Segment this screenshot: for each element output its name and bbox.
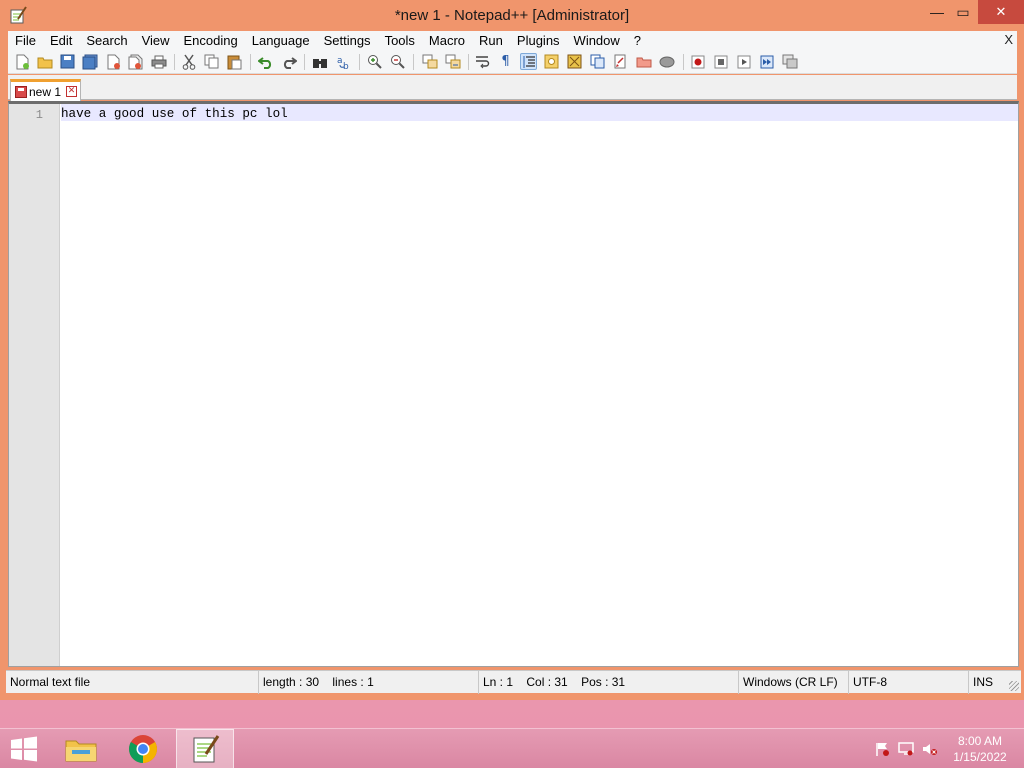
title-bar[interactable]: *new 1 - Notepad++ [Administrator] — ▭ ✕ xyxy=(0,0,1024,31)
find-icon[interactable] xyxy=(311,53,328,70)
clock-date: 1/15/2022 xyxy=(953,750,1007,764)
close-all-icon[interactable] xyxy=(127,53,144,70)
chrome-icon xyxy=(129,735,157,763)
clock-time: 8:00 AM xyxy=(957,734,1003,748)
toolbar-separator xyxy=(250,54,251,70)
tab-label: new 1 xyxy=(29,84,62,99)
monitoring-icon[interactable] xyxy=(635,53,652,70)
resize-grip[interactable] xyxy=(1009,681,1019,691)
menu-language[interactable]: Language xyxy=(245,31,317,50)
unsaved-file-icon xyxy=(15,85,27,98)
line-number: 1 xyxy=(35,108,43,122)
action-center-flag-icon[interactable] xyxy=(874,742,890,756)
taskbar-file-explorer[interactable] xyxy=(52,729,110,768)
status-ln: Ln : 1 xyxy=(483,675,514,689)
status-insert-mode[interactable]: INS xyxy=(969,671,1009,694)
save-icon[interactable] xyxy=(59,53,76,70)
eye-icon[interactable] xyxy=(658,53,675,70)
menu-bar: File Edit Search View Encoding Language … xyxy=(8,31,1017,50)
cut-icon[interactable] xyxy=(180,53,197,70)
zoom-out-icon[interactable] xyxy=(389,53,406,70)
status-lines: lines : 1 xyxy=(332,675,374,689)
menu-window[interactable]: Window xyxy=(567,31,627,50)
status-encoding[interactable]: UTF-8 xyxy=(849,671,969,694)
svg-text:b: b xyxy=(343,62,349,70)
folder-workspace-icon[interactable] xyxy=(612,53,629,70)
status-col: Col : 31 xyxy=(526,675,568,689)
close-icon[interactable] xyxy=(105,53,122,70)
taskbar: 8:00 AM 1/15/2022 xyxy=(0,728,1024,768)
toolbar-separator xyxy=(468,54,469,70)
tab-bar: new 1 ✕ xyxy=(8,75,1017,101)
line-number-gutter: 1 xyxy=(9,104,60,666)
status-length: length : 30 xyxy=(263,675,320,689)
menu-plugins[interactable]: Plugins xyxy=(510,31,567,50)
function-list-icon[interactable] xyxy=(589,53,606,70)
copy-icon[interactable] xyxy=(203,53,220,70)
network-icon[interactable] xyxy=(898,742,914,756)
play-macro-icon[interactable] xyxy=(735,53,752,70)
menu-macro[interactable]: Macro xyxy=(422,31,472,50)
replace-icon[interactable]: ab xyxy=(335,53,352,70)
notepadpp-icon xyxy=(193,735,220,763)
menu-encoding[interactable]: Encoding xyxy=(177,31,245,50)
save-macro-icon[interactable] xyxy=(781,53,798,70)
zoom-in-icon[interactable] xyxy=(366,53,383,70)
close-button[interactable]: ✕ xyxy=(978,0,1024,24)
word-wrap-icon[interactable] xyxy=(474,53,491,70)
window-title: *new 1 - Notepad++ [Administrator] xyxy=(394,7,630,24)
show-all-chars-icon[interactable]: ¶ xyxy=(497,53,514,70)
status-eol[interactable]: Windows (CR LF) xyxy=(739,671,849,694)
toolbar-separator xyxy=(413,54,414,70)
maximize-button[interactable]: ▭ xyxy=(948,0,978,24)
toolbar-separator xyxy=(683,54,684,70)
close-document-button[interactable]: X xyxy=(1004,32,1013,47)
save-all-icon[interactable] xyxy=(81,53,98,70)
undo-icon[interactable] xyxy=(257,53,274,70)
toolbar: ab ¶ xyxy=(8,50,1017,74)
menu-view[interactable]: View xyxy=(135,31,177,50)
text-line[interactable]: have a good use of this pc lol xyxy=(61,107,288,121)
menu-file[interactable]: File xyxy=(8,31,43,50)
paste-icon[interactable] xyxy=(226,53,243,70)
status-length-lines: length : 30 lines : 1 xyxy=(259,671,479,694)
menu-help[interactable]: ? xyxy=(627,31,648,50)
doc-map-icon[interactable] xyxy=(566,53,583,70)
record-macro-icon[interactable] xyxy=(689,53,706,70)
editor-area[interactable]: 1 have a good use of this pc lol xyxy=(8,101,1019,667)
taskbar-notepadpp[interactable] xyxy=(176,729,234,768)
status-file-type: Normal text file xyxy=(6,671,259,694)
sync-vertical-icon[interactable] xyxy=(421,53,438,70)
volume-muted-icon[interactable] xyxy=(922,742,938,756)
menu-search[interactable]: Search xyxy=(79,31,134,50)
open-file-icon[interactable] xyxy=(36,53,53,70)
user-lang-icon[interactable] xyxy=(543,53,560,70)
toolbar-separator xyxy=(359,54,360,70)
new-file-icon[interactable] xyxy=(14,53,31,70)
toolbar-separator xyxy=(304,54,305,70)
tab-close-icon[interactable]: ✕ xyxy=(66,86,78,97)
menu-settings[interactable]: Settings xyxy=(317,31,378,50)
status-pos: Pos : 31 xyxy=(581,675,626,689)
stop-macro-icon[interactable] xyxy=(712,53,729,70)
file-explorer-icon xyxy=(65,740,97,762)
menu-tools[interactable]: Tools xyxy=(378,31,422,50)
taskbar-clock[interactable]: 8:00 AM 1/15/2022 xyxy=(944,733,1016,765)
print-icon[interactable] xyxy=(150,53,167,70)
redo-icon[interactable] xyxy=(280,53,297,70)
notepadpp-window: *new 1 - Notepad++ [Administrator] — ▭ ✕… xyxy=(0,0,1024,700)
status-position: Ln : 1 Col : 31 Pos : 31 xyxy=(479,671,739,694)
menu-edit[interactable]: Edit xyxy=(43,31,79,50)
windows-start-icon[interactable] xyxy=(10,736,38,762)
sync-horizontal-icon[interactable] xyxy=(444,53,461,70)
menu-run[interactable]: Run xyxy=(472,31,510,50)
indent-guide-icon[interactable] xyxy=(520,53,537,70)
svg-text:a: a xyxy=(337,56,343,66)
tab-new-1[interactable]: new 1 ✕ xyxy=(10,79,81,101)
taskbar-chrome[interactable] xyxy=(114,729,172,768)
run-macro-multiple-icon[interactable] xyxy=(758,53,775,70)
status-bar: Normal text file length : 30 lines : 1 L… xyxy=(6,670,1021,694)
toolbar-separator xyxy=(174,54,175,70)
